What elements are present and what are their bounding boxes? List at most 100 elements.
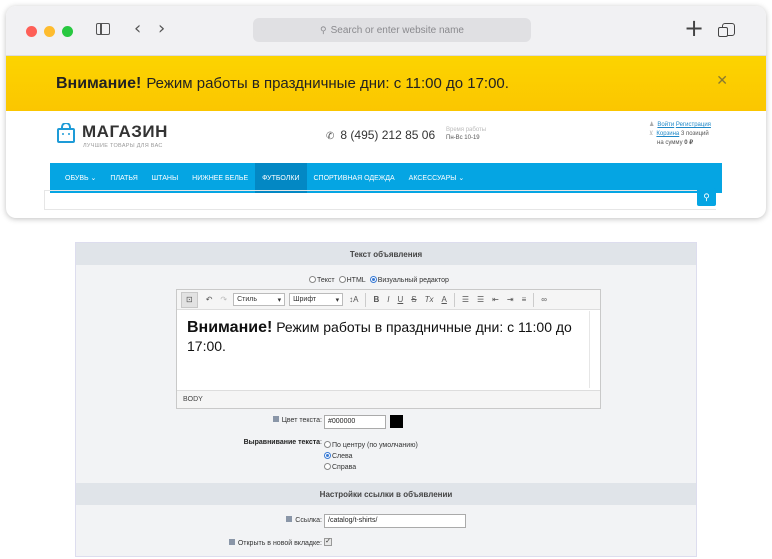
undo-icon[interactable]: ↶ xyxy=(202,290,217,310)
align-center-option[interactable]: По центру (по умолчанию) xyxy=(324,440,418,451)
hours-value: Пн-Вс 10-19 xyxy=(446,135,480,141)
mode-html-radio[interactable]: HTML xyxy=(338,276,366,284)
italic-button[interactable]: I xyxy=(383,290,393,310)
editor-toolbar: ⊡ ↶ ↷ Стиль ▾ Шрифт ▾ ↕A B I U S Tx A ☰ ☰ … xyxy=(177,290,600,310)
radio-icon xyxy=(324,463,331,470)
align-left-option[interactable]: Слева xyxy=(324,451,418,462)
text-color-button[interactable]: A xyxy=(437,290,450,310)
editor-mode-selector: Текст HTML Визуальный редактор xyxy=(309,276,449,284)
account-block: ♟ Войти Регистрация ⊻ Корзина 3 позиций на… xyxy=(649,121,711,148)
numbered-list-icon[interactable]: ☰ xyxy=(458,290,473,310)
cart-sum-prefix: на сумму xyxy=(657,140,683,146)
toolbar-divider xyxy=(453,292,455,307)
radio-icon xyxy=(309,276,316,283)
menu-item-dresses[interactable]: Платья xyxy=(103,163,144,193)
phone-text: 8 (495) 212 85 06 xyxy=(340,128,436,142)
browser-toolbar: ‹ › ⚲ Search or enter website name + xyxy=(6,6,766,56)
chevron-down-icon: ▾ xyxy=(335,296,340,304)
editor-bold-text: Внимание! xyxy=(187,319,273,336)
bulleted-list-icon[interactable]: ☰ xyxy=(473,290,488,310)
link-label: Ссылка: xyxy=(176,516,322,524)
align-icon[interactable]: ≡ xyxy=(518,290,531,310)
menu-item-pants[interactable]: Штаны xyxy=(145,163,185,193)
new-tab-label-text: Открыть в новой вкладке: xyxy=(237,540,322,547)
mode-visual-label: Визуальный редактор xyxy=(377,277,449,284)
address-bar-placeholder: Search or enter website name xyxy=(330,24,464,36)
minimize-window-button[interactable] xyxy=(44,26,55,37)
notice-settings-form: Текст объявления Текст HTML Визуальный р… xyxy=(75,242,697,557)
phone-number[interactable]: ✆ 8 (495) 212 85 06 xyxy=(326,128,435,142)
bold-button[interactable]: B xyxy=(369,290,383,310)
forward-arrow-icon[interactable]: › xyxy=(158,18,165,39)
cart-sum: 0 ₽ xyxy=(684,140,694,146)
info-square-icon xyxy=(228,539,235,545)
outdent-icon[interactable]: ⇤ xyxy=(488,290,503,310)
link-input[interactable]: /catalog/t-shirts/ xyxy=(324,514,466,528)
rich-text-editor: ⊡ ↶ ↷ Стиль ▾ Шрифт ▾ ↕A B I U S Tx A ☰ ☰ … xyxy=(176,289,601,409)
maximize-window-button[interactable] xyxy=(62,26,73,37)
editor-scrollbar[interactable] xyxy=(589,311,600,388)
font-select[interactable]: Шрифт ▾ xyxy=(289,293,344,306)
align-right-option[interactable]: Справа xyxy=(324,462,418,473)
align-right-label: Справа xyxy=(332,464,357,471)
menu-item-tshirts[interactable]: Футболки xyxy=(255,163,307,193)
info-square-icon xyxy=(286,516,293,522)
link-icon[interactable]: ∞ xyxy=(537,290,551,310)
text-align-label: Выравнивание текста: xyxy=(243,439,322,446)
font-size-icon[interactable]: ↕A xyxy=(345,290,362,310)
new-tab-checkbox[interactable]: ✓ xyxy=(324,538,332,546)
cart-link[interactable]: Корзина xyxy=(656,131,679,137)
menu-item-accessories[interactable]: Аксессуары ⌄ xyxy=(402,163,472,193)
indent-icon[interactable]: ⇥ xyxy=(503,290,518,310)
address-bar[interactable]: ⚲ Search or enter website name xyxy=(253,18,531,42)
tab-overview-icon[interactable] xyxy=(718,23,735,37)
toolbar-divider xyxy=(533,292,535,307)
section-title-link-settings: Настройки ссылки в объявлении xyxy=(76,483,696,505)
redo-icon[interactable]: ↷ xyxy=(216,290,231,310)
sidebar-toggle-icon[interactable] xyxy=(96,23,110,35)
logo-title[interactable]: МАГАЗИН xyxy=(82,122,168,142)
underline-button[interactable]: U xyxy=(393,290,407,310)
chevron-down-icon: ▾ xyxy=(277,296,282,304)
toolbar-divider xyxy=(365,292,367,307)
mode-visual-radio[interactable]: Визуальный редактор xyxy=(369,276,449,284)
notice-banner: Внимание! Режим работы в праздничные дни… xyxy=(6,56,766,111)
cart-count: 3 позиций xyxy=(680,131,709,137)
login-link[interactable]: Войти xyxy=(657,122,674,128)
search-icon: ⚲ xyxy=(703,191,710,202)
info-square-icon xyxy=(272,416,279,422)
clear-format-button[interactable]: Tx xyxy=(421,290,438,310)
style-select-value: Стиль xyxy=(237,296,258,303)
register-link[interactable]: Регистрация xyxy=(676,122,711,128)
close-window-button[interactable] xyxy=(26,26,37,37)
notice-text: Режим работы в праздничные дни: с 11:00 … xyxy=(146,75,509,92)
phone-icon: ✆ xyxy=(326,131,335,142)
search-button[interactable]: ⚲ xyxy=(697,188,716,206)
menu-item-sportswear[interactable]: Спортивная одежда xyxy=(307,163,402,193)
notice-bold: Внимание! xyxy=(56,74,142,92)
color-swatch[interactable] xyxy=(390,415,403,428)
close-icon[interactable]: ✕ xyxy=(716,72,728,89)
back-arrow-icon[interactable]: ‹ xyxy=(134,18,141,39)
source-mode-icon[interactable]: ⊡ xyxy=(181,291,198,308)
align-left-label: Слева xyxy=(332,453,353,460)
main-menu: Обувь ⌄ Платья Штаны Нижнее белье Футбол… xyxy=(50,163,722,193)
working-hours: Время работы Пн-Вс 10-19 xyxy=(446,126,486,142)
mode-text-radio[interactable]: Текст xyxy=(309,276,335,284)
radio-checked-icon xyxy=(324,452,331,459)
new-tab-button[interactable]: + xyxy=(684,14,704,42)
menu-item-shoes[interactable]: Обувь ⌄ xyxy=(58,163,103,193)
menu-item-underwear[interactable]: Нижнее белье xyxy=(185,163,255,193)
user-icon: ♟ xyxy=(649,122,655,128)
text-color-input[interactable]: #000000 xyxy=(324,415,386,429)
search-icon: ⚲ xyxy=(320,24,327,35)
text-color-label: Цвет текста: xyxy=(176,416,322,424)
mode-html-label: HTML xyxy=(346,277,366,284)
strikethrough-button[interactable]: S xyxy=(407,290,420,310)
shopping-bag-icon xyxy=(57,123,75,143)
style-select[interactable]: Стиль ▾ xyxy=(233,293,286,306)
site-search-input[interactable] xyxy=(44,190,716,210)
cart-icon: ⊻ xyxy=(649,131,654,137)
text-align-options: По центру (по умолчанию) Слева Справа xyxy=(324,440,418,473)
editor-content[interactable]: Внимание! Режим работы в праздничные дни… xyxy=(187,318,579,356)
